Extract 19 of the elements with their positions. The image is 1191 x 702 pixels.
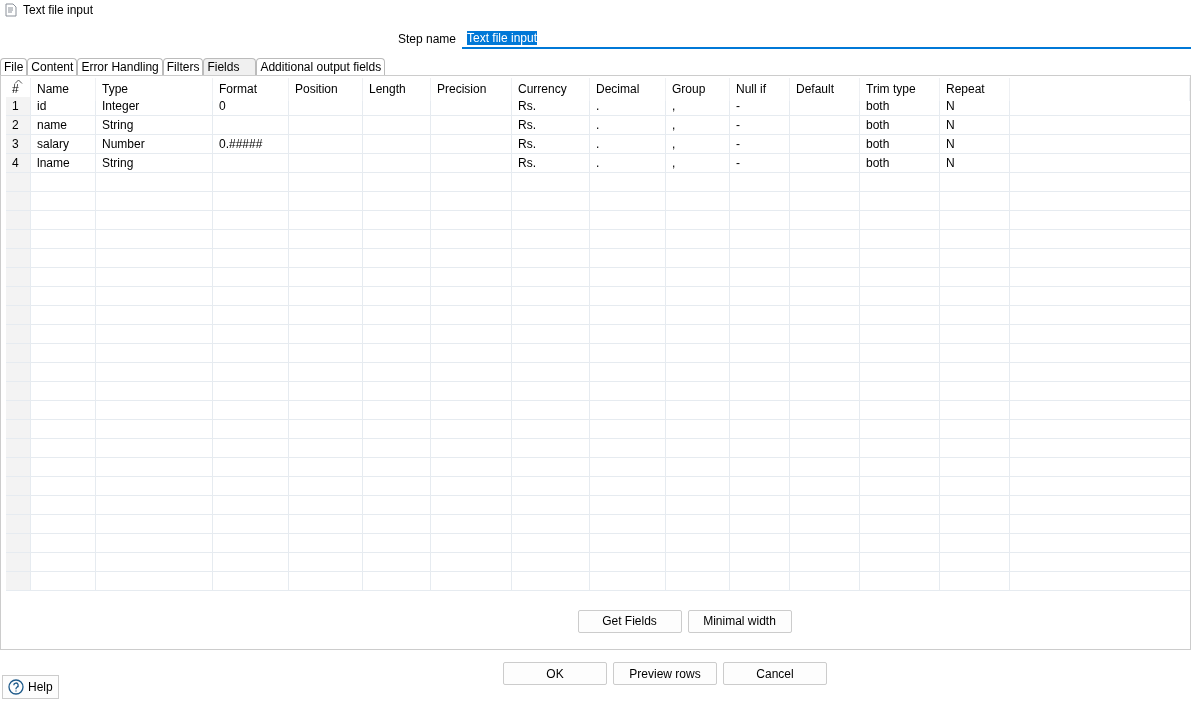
table-button[interactable]: Get Fields (577, 609, 682, 633)
step-name-label: Step name (397, 31, 456, 46)
table-button[interactable]: Minimal width (687, 609, 792, 633)
row-number: 1 (6, 96, 31, 116)
tab[interactable]: Content (27, 57, 78, 75)
help-icon (8, 679, 24, 696)
tab[interactable]: File (0, 57, 28, 75)
help-button[interactable]: Help (2, 675, 59, 700)
dialog-button[interactable]: Preview rows (613, 662, 717, 686)
step-name-field[interactable]: Text file input (462, 28, 1191, 50)
tab[interactable]: Filters (162, 57, 204, 75)
window-title: Text file input (23, 3, 94, 17)
tab[interactable]: Error Handling (77, 57, 163, 75)
document-icon (5, 3, 17, 17)
tab[interactable]: Fields (203, 57, 257, 75)
dialog-button[interactable]: Cancel (723, 662, 827, 686)
tab[interactable]: Additional output fields (256, 57, 386, 75)
sort-caret-icon (14, 78, 23, 84)
dialog-button[interactable]: OK (503, 662, 607, 686)
